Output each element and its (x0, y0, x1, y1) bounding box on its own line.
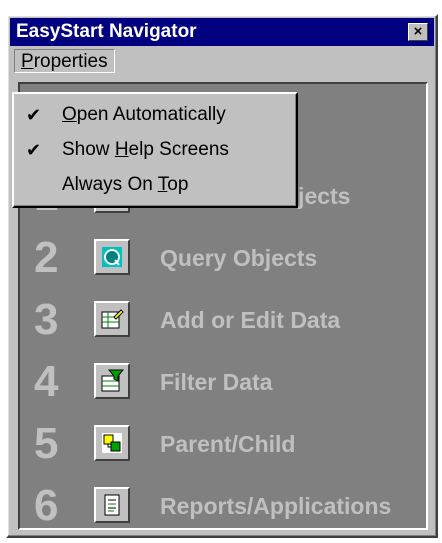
menu-item-accel: H (114, 139, 129, 160)
menu-item-show-help-screens[interactable]: ✔ Show Help Screens (14, 133, 294, 167)
step-label: Filter Data (160, 369, 273, 395)
step-number: 5 (34, 419, 59, 468)
menu-bar: Properties (10, 48, 434, 76)
menu-item-label: Open Automatically (62, 103, 226, 127)
menu-item-accel: T (157, 174, 168, 195)
check-icon: ✔ (26, 140, 42, 160)
menu-item-label: Always On Top (62, 173, 188, 197)
step-label: Query Objects (160, 245, 318, 271)
menu-item-open-automatically[interactable]: ✔ Open Automatically (14, 98, 294, 132)
step-number: 4 (34, 357, 59, 406)
menu-item-text-rest: pen Automatically (76, 104, 226, 125)
step-label: Reports/Applications (160, 493, 392, 519)
filter-icon[interactable] (94, 363, 130, 399)
step-row-2[interactable]: 2 Query Objects (20, 230, 424, 286)
menu-properties-accel: P (21, 51, 34, 72)
menu-item-accel: O (62, 104, 77, 125)
step-row-6[interactable]: 6 Reports/Applications (20, 478, 424, 534)
title-bar[interactable]: EasyStart Navigator × (10, 18, 434, 46)
report-icon[interactable] (94, 487, 130, 523)
menu-item-text-rest: elp Screens (128, 139, 229, 160)
menu-item-always-on-top[interactable]: Always On Top (14, 168, 294, 202)
window-title: EasyStart Navigator (16, 21, 197, 42)
parent-child-icon[interactable] (94, 425, 130, 461)
edit-data-icon[interactable] (94, 301, 130, 337)
properties-dropdown-menu: ✔ Open Automatically ✔ Show Help Screens… (12, 92, 298, 208)
step-label: Add or Edit Data (160, 307, 341, 333)
menu-properties[interactable]: Properties (14, 49, 115, 73)
step-row-4[interactable]: 4 Filter Data (20, 354, 424, 410)
menu-item-text-pre: Always On (62, 174, 158, 195)
menu-properties-rest: roperties (33, 51, 108, 72)
step-row-3[interactable]: 3 Add or Edit Data (20, 292, 424, 348)
check-icon: ✔ (26, 105, 42, 125)
step-number: 3 (34, 295, 59, 344)
step-number: 2 (34, 233, 59, 282)
menu-item-label: Show Help Screens (62, 138, 229, 162)
close-button[interactable]: × (408, 23, 428, 41)
step-number: 6 (34, 481, 59, 530)
query-icon[interactable] (94, 239, 130, 275)
menu-item-text-rest: op (167, 174, 189, 195)
menu-item-text-pre: Show (62, 139, 115, 160)
step-label: Parent/Child (160, 431, 296, 457)
step-row-5[interactable]: 5 Parent/Child (20, 416, 424, 472)
